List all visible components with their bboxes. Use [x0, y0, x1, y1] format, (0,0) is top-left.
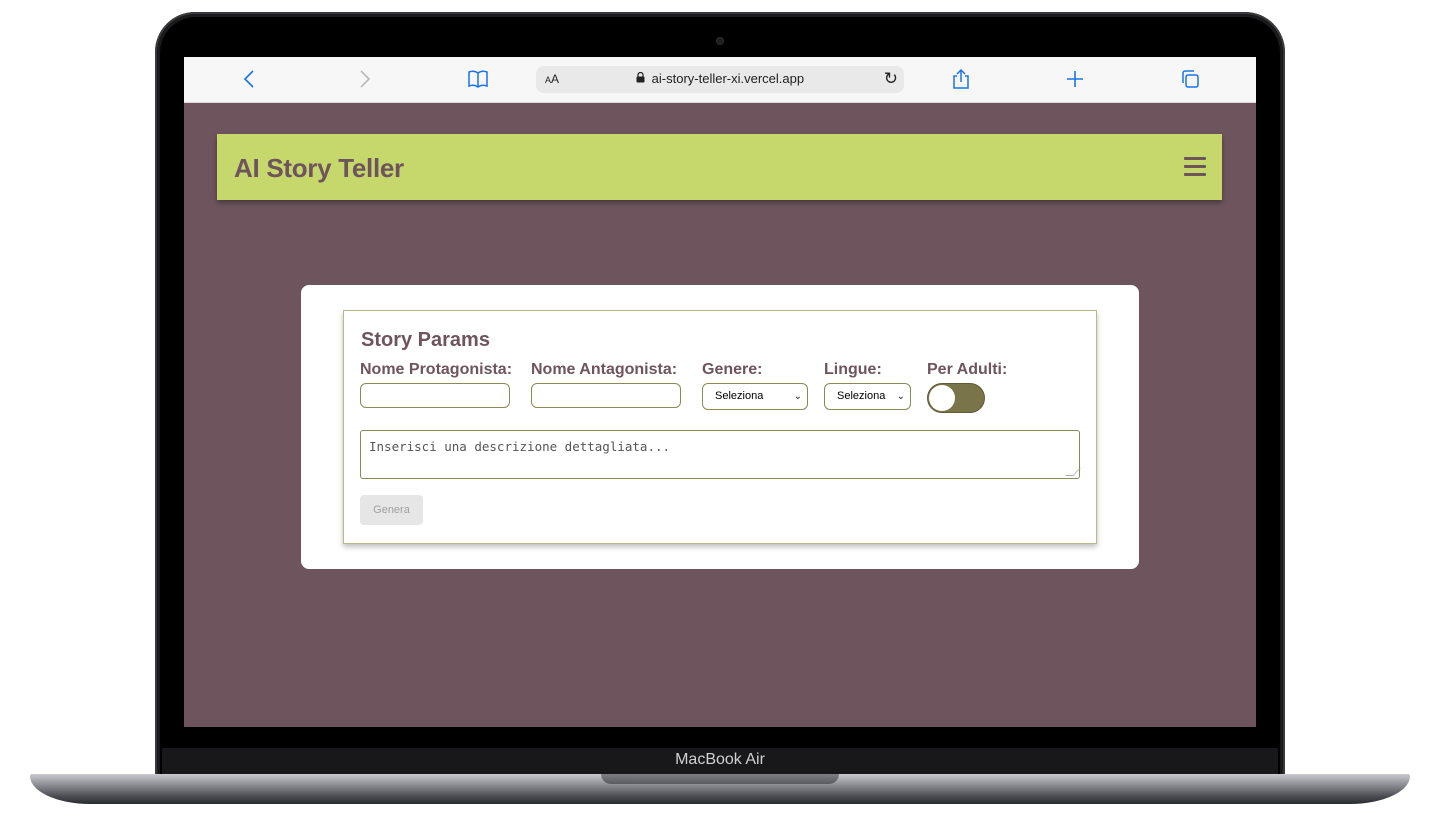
panel-title: Story Params [361, 329, 490, 351]
device-label: MacBook Air [675, 751, 765, 768]
laptop-notch [601, 774, 839, 784]
genre-select-value: Seleziona [715, 390, 764, 402]
antagonist-input[interactable] [531, 383, 681, 408]
toggle-knob [929, 385, 955, 411]
screen: AA ai-story-teller-xi.vercel.app ↻ AI St… [184, 57, 1256, 727]
adult-toggle[interactable] [927, 383, 985, 413]
app-title: AI Story Teller [234, 153, 404, 183]
hamburger-line [1184, 165, 1206, 168]
tabs-icon[interactable] [1178, 67, 1202, 91]
forward-icon[interactable] [352, 67, 376, 91]
bookmarks-icon[interactable] [466, 67, 490, 91]
form-card: Story Params Nome Protagonista: Nome Ant… [301, 285, 1139, 569]
generate-button[interactable]: Genera [360, 495, 423, 525]
language-label: Lingue: [824, 361, 882, 378]
adult-label: Per Adulti: [927, 361, 1008, 378]
address-bar[interactable]: AA ai-story-teller-xi.vercel.app ↻ [536, 66, 904, 93]
camera-icon [717, 38, 723, 44]
stage: AA ai-story-teller-xi.vercel.app ↻ AI St… [0, 0, 1434, 821]
antagonist-label: Nome Antagonista: [531, 361, 678, 378]
url-text: ai-story-teller-xi.vercel.app [651, 71, 805, 86]
back-icon[interactable] [238, 67, 262, 91]
browser-toolbar: AA ai-story-teller-xi.vercel.app ↻ [184, 57, 1256, 103]
hamburger-line [1184, 157, 1206, 160]
description-placeholder: Inserisci una descrizione dettagliata... [369, 439, 671, 454]
reload-icon[interactable]: ↻ [884, 69, 898, 89]
chevron-down-icon: ⌄ [896, 391, 905, 402]
story-params-panel: Story Params Nome Protagonista: Nome Ant… [343, 310, 1097, 544]
hamburger-line [1184, 173, 1206, 176]
lock-icon [636, 71, 648, 86]
description-textarea[interactable]: Inserisci una descrizione dettagliata... [360, 430, 1081, 479]
language-select-value: Seleziona [837, 390, 886, 402]
share-icon[interactable] [949, 67, 973, 91]
protagonist-label: Nome Protagonista: [360, 361, 513, 378]
app-header: AI Story Teller [217, 134, 1222, 200]
new-tab-icon[interactable] [1063, 67, 1087, 91]
language-select[interactable]: Seleziona ⌄ [824, 383, 911, 410]
protagonist-input[interactable] [360, 383, 510, 408]
resize-handle-icon[interactable] [1065, 468, 1081, 476]
genre-label: Genere: [702, 361, 763, 378]
chevron-down-icon: ⌄ [793, 391, 802, 402]
genre-select[interactable]: Seleziona ⌄ [702, 383, 808, 410]
url-container: ai-story-teller-xi.vercel.app [536, 71, 904, 86]
hamburger-menu-icon[interactable] [1184, 157, 1206, 176]
